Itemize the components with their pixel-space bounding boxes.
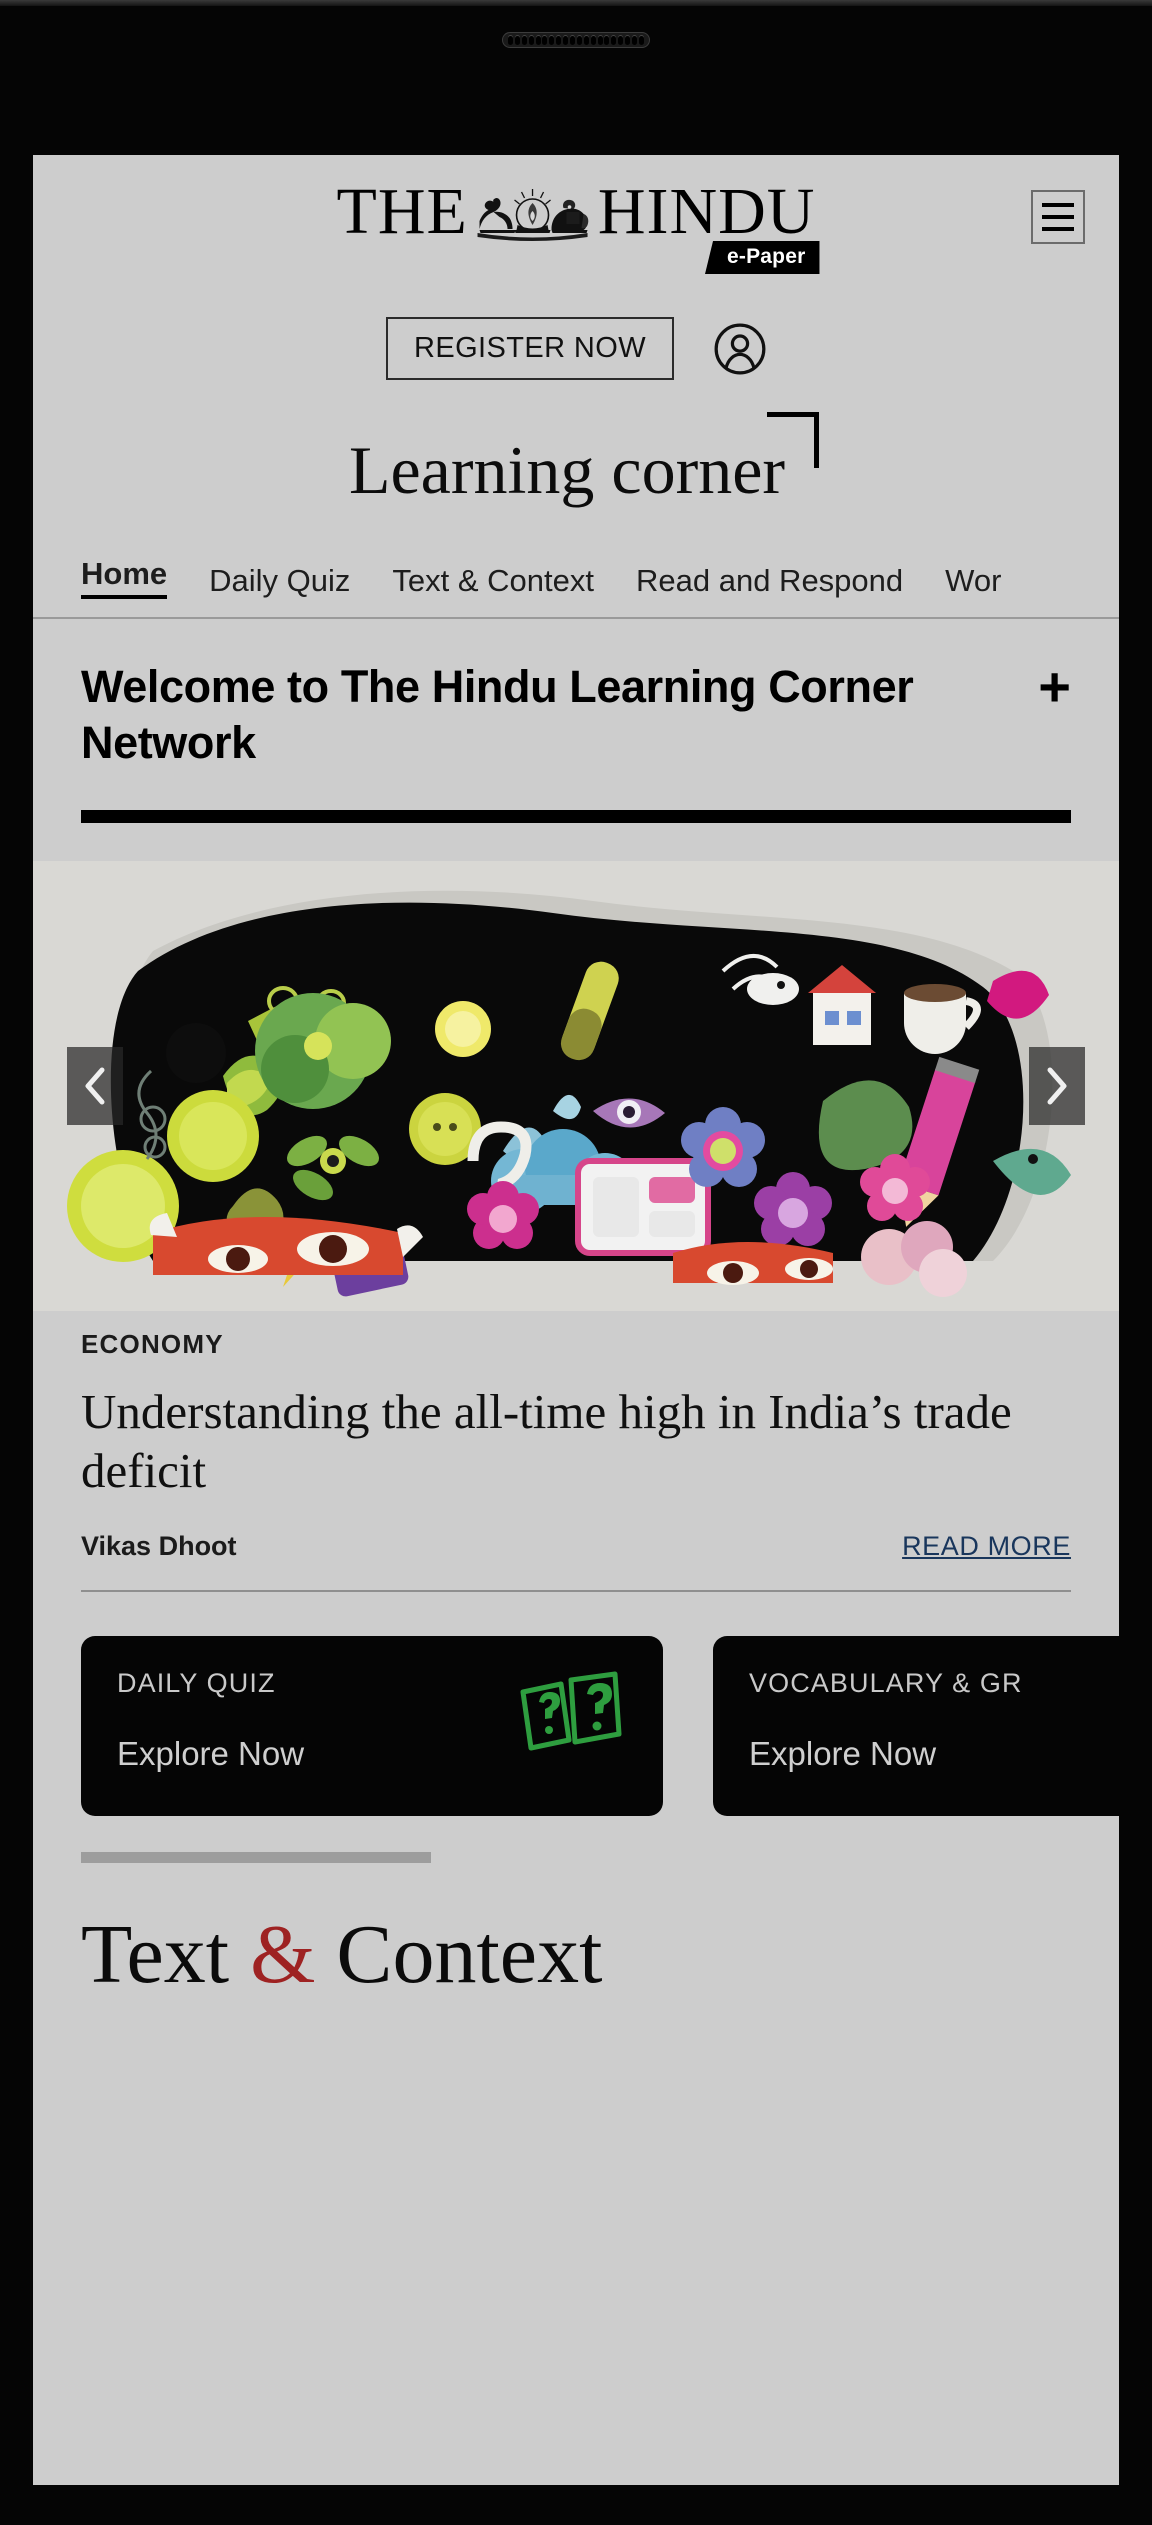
nav-item-read-and-respond[interactable]: Read and Respond	[636, 563, 903, 599]
text-and-context-section: Text & Context	[33, 1913, 1119, 1997]
hamburger-bar	[1042, 227, 1074, 231]
chevron-right-icon[interactable]	[1029, 1046, 1085, 1125]
page-title: Learning corner	[349, 412, 820, 504]
speaker-grille-icon	[502, 32, 650, 48]
logo-word-the: THE	[336, 175, 468, 248]
welcome-title: Welcome to The Hindu Learning Corner Net…	[81, 661, 914, 769]
explore-cards-carousel[interactable]: DAILY QUIZ Explore Now VOCABULARY & GR E…	[33, 1636, 1119, 1817]
site-logo[interactable]: THE HINDU e-Paper	[336, 175, 820, 274]
welcome-divider	[81, 809, 1071, 823]
textcontext-ampersand: &	[250, 1908, 316, 2002]
welcome-block: Welcome to The Hindu Learning Corner Net…	[33, 659, 1119, 772]
nav-item-word[interactable]: Wor	[945, 563, 1001, 599]
explore-card-cta[interactable]: Explore Now	[749, 1735, 1119, 1773]
explore-scrollbar[interactable]	[81, 1852, 1071, 1864]
article-headline[interactable]: Understanding the all-time high in India…	[81, 1382, 1071, 1502]
textcontext-word-context: Context	[315, 1908, 603, 2002]
text-and-context-logo[interactable]: Text & Context	[81, 1913, 1071, 1997]
user-account-icon[interactable]	[714, 323, 766, 375]
nav-item-text-and-context[interactable]: Text & Context	[392, 563, 594, 599]
corner-bracket-decoration	[767, 412, 820, 468]
hamburger-bar	[1042, 215, 1074, 219]
hamburger-bar	[1042, 203, 1074, 207]
section-title-wrap: Learning corner	[33, 412, 1119, 504]
article-divider	[81, 1590, 1071, 1593]
logo-word-hindu: HINDU	[597, 175, 816, 248]
nav-item-home[interactable]: Home	[81, 556, 168, 599]
textcontext-word-text: Text	[81, 1908, 251, 2002]
explore-card-vocabulary-grammar[interactable]: VOCABULARY & GR Explore Now	[713, 1636, 1119, 1817]
expand-plus-icon[interactable]: +	[1038, 659, 1071, 715]
article-footer: Vikas Dhoot READ MORE	[81, 1531, 1071, 1562]
featured-article: ECONOMY Understanding the all-time high …	[33, 1311, 1119, 1563]
quiz-cards-question-icon	[520, 1671, 622, 1751]
hero-carousel	[33, 860, 1119, 1311]
explore-card-daily-quiz[interactable]: DAILY QUIZ Explore Now	[81, 1636, 663, 1817]
main-nav: Home Daily Quiz Text & Context Read and …	[33, 556, 1119, 619]
hamburger-menu-icon[interactable]	[1031, 190, 1085, 244]
app-screen: THE HINDU e-Paper REGISTER NOW Learning …	[33, 155, 1119, 2485]
article-author: Vikas Dhoot	[81, 1531, 237, 1562]
hero-collage-illustration[interactable]	[33, 860, 1119, 1311]
explore-card-title: VOCABULARY & GR	[749, 1668, 1023, 1699]
account-row: REGISTER NOW	[33, 317, 1119, 380]
chevron-left-icon[interactable]	[67, 1046, 123, 1125]
read-more-link[interactable]: READ MORE	[902, 1531, 1071, 1562]
masthead: THE HINDU e-Paper	[33, 155, 1119, 305]
device-frame: THE HINDU e-Paper REGISTER NOW Learning …	[0, 0, 1152, 2525]
hindu-emblem-icon	[477, 189, 589, 241]
device-bezel	[0, 0, 1152, 6]
epaper-badge[interactable]: e-Paper	[705, 241, 820, 274]
explore-scrollbar-thumb[interactable]	[81, 1852, 431, 1864]
register-now-button[interactable]: REGISTER NOW	[386, 317, 674, 380]
article-category[interactable]: ECONOMY	[81, 1329, 1071, 1360]
nav-item-daily-quiz[interactable]: Daily Quiz	[209, 563, 350, 599]
page-title-text: Learning corner	[348, 432, 786, 508]
